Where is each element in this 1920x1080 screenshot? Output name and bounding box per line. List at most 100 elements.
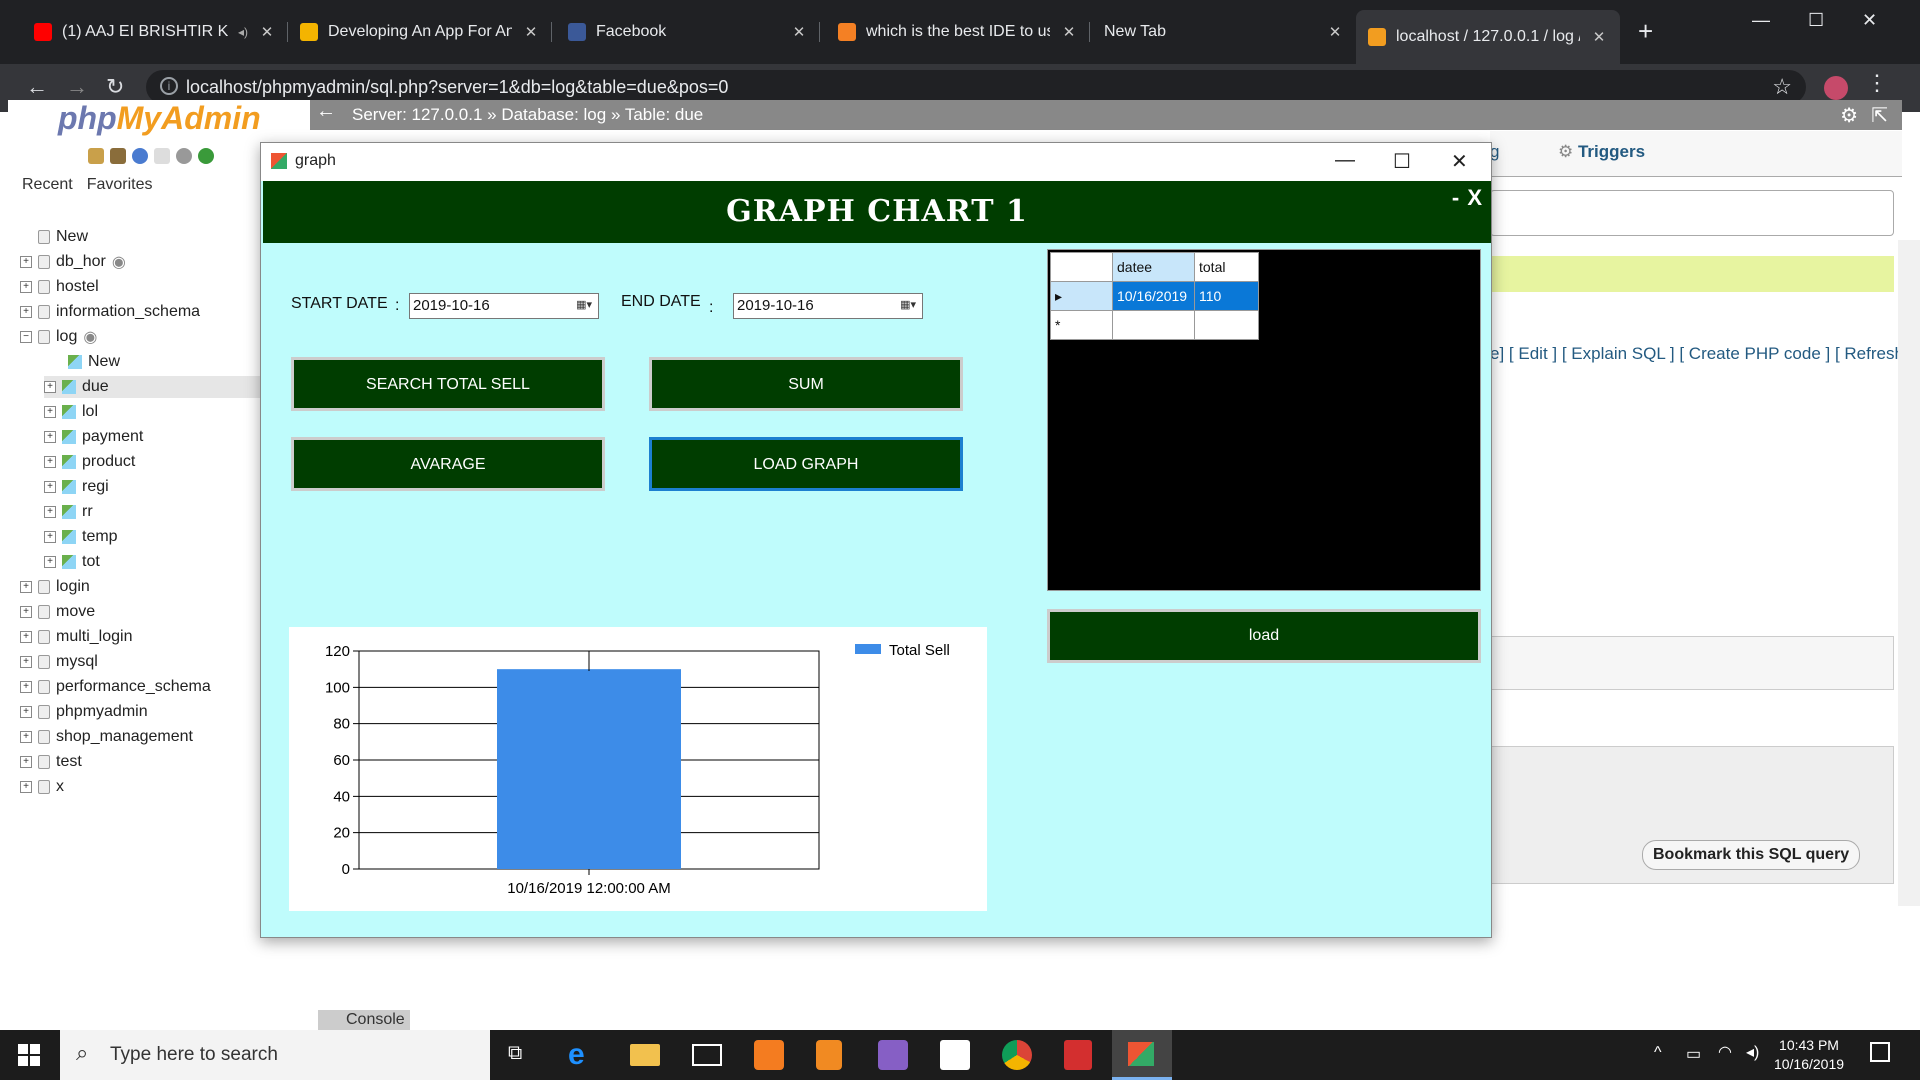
tree-item-hostel[interactable]: + hostel xyxy=(20,276,99,298)
acrobat-icon[interactable] xyxy=(1064,1040,1092,1070)
menu-kebab-icon[interactable]: ⋮ xyxy=(1866,70,1888,96)
calendar-icon[interactable]: ▦▾ xyxy=(564,298,592,314)
browser-tab-phpmyadmin[interactable]: localhost / 127.0.0.1 / log / d ✕ xyxy=(1356,10,1620,64)
expand-icon[interactable]: + xyxy=(20,281,32,293)
settings-icon[interactable] xyxy=(176,148,192,164)
tree-item-temp[interactable]: + temp xyxy=(44,526,118,548)
load-graph-button[interactable]: LOAD GRAPH xyxy=(649,437,963,491)
tab-triggers[interactable]: ⚙ Triggers xyxy=(1558,142,1645,162)
grid-header-datee[interactable]: datee xyxy=(1112,252,1195,282)
expand-icon[interactable]: + xyxy=(44,481,56,493)
windows-start-icon[interactable] xyxy=(18,1044,40,1066)
expand-icon[interactable]: + xyxy=(20,306,32,318)
taskbar-search-box[interactable]: ⌕ Type here to search xyxy=(60,1030,490,1080)
close-icon[interactable]: ✕ xyxy=(1862,10,1877,31)
expand-icon[interactable]: + xyxy=(44,556,56,568)
tree-item-rr[interactable]: + rr xyxy=(44,501,93,523)
tab-favorites[interactable]: Favorites xyxy=(87,176,153,194)
xampp-icon[interactable] xyxy=(754,1040,784,1070)
close-tab-icon[interactable]: ✕ xyxy=(1326,23,1344,41)
expand-icon[interactable]: + xyxy=(20,581,32,593)
expand-icon[interactable]: + xyxy=(44,406,56,418)
minimize-icon[interactable]: — xyxy=(1752,10,1770,31)
expand-icon[interactable]: + xyxy=(44,531,56,543)
tree-item-payment[interactable]: + payment xyxy=(44,426,143,448)
close-tab-icon[interactable]: ✕ xyxy=(790,23,808,41)
eye-icon[interactable]: ◉ xyxy=(112,252,126,272)
tree-item-db_hor[interactable]: + db_hor ◉ xyxy=(20,251,126,273)
tree-item-mysql[interactable]: + mysql xyxy=(20,651,98,673)
tree-item-new[interactable]: New xyxy=(20,226,88,248)
breadcrumb-text[interactable]: Server: 127.0.0.1 » Database: log » Tabl… xyxy=(352,105,703,124)
taskbar-clock[interactable]: 10:43 PM 10/16/2019 xyxy=(1770,1036,1848,1074)
expand-icon[interactable]: + xyxy=(44,456,56,468)
tree-item-performance_schema[interactable]: + performance_schema xyxy=(20,676,211,698)
profile-avatar[interactable] xyxy=(1824,76,1848,100)
phpmyadmin-logo[interactable]: phpMyAdmin xyxy=(58,100,261,137)
page-scrollbar[interactable] xyxy=(1898,240,1920,906)
expand-icon[interactable]: + xyxy=(20,606,32,618)
console-tab[interactable]: Console xyxy=(318,1010,410,1032)
wifi-icon[interactable]: ◠ xyxy=(1718,1042,1732,1062)
close-tab-icon[interactable]: ✕ xyxy=(1060,23,1078,41)
bookmark-query-button[interactable]: Bookmark this SQL query xyxy=(1642,840,1861,870)
speaker-icon[interactable]: ◂) xyxy=(238,25,248,39)
reload-icon[interactable]: ↻ xyxy=(106,74,124,100)
tab-recent[interactable]: Recent xyxy=(22,176,73,194)
expand-icon[interactable]: + xyxy=(44,506,56,518)
grid-header-total[interactable]: total xyxy=(1194,252,1259,282)
grid-cell-new[interactable] xyxy=(1112,310,1195,340)
mail-icon[interactable] xyxy=(692,1044,722,1066)
expand-icon[interactable]: + xyxy=(20,631,32,643)
browser-tab-youtube[interactable]: (1) AAJ EI BRISHTIR KAN ◂) ✕ xyxy=(22,12,288,52)
expand-icon[interactable]: + xyxy=(20,756,32,768)
eye-icon[interactable]: ◉ xyxy=(83,327,97,347)
chrome-icon[interactable] xyxy=(1002,1040,1032,1070)
browser-tab-developing[interactable]: Developing An App For And ✕ xyxy=(288,12,552,52)
file-explorer-icon[interactable] xyxy=(630,1044,660,1066)
link-partial[interactable]: e] xyxy=(1490,344,1504,363)
grid-cell-datee[interactable]: 10/16/2019 xyxy=(1112,281,1195,311)
close-tab-icon[interactable]: ✕ xyxy=(522,23,540,41)
grid-cell-total[interactable]: 110 xyxy=(1194,281,1259,311)
sum-button[interactable]: SUM xyxy=(649,357,963,411)
notification-icon[interactable] xyxy=(1870,1042,1890,1062)
tree-item-information_schema[interactable]: + information_schema xyxy=(20,301,200,323)
maximize-icon[interactable]: ☐ xyxy=(1808,10,1824,31)
expand-icon[interactable]: + xyxy=(20,781,32,793)
close-tab-icon[interactable]: ✕ xyxy=(258,23,276,41)
tree-item-product[interactable]: + product xyxy=(44,451,135,473)
expand-icon[interactable]: + xyxy=(20,256,32,268)
address-bar[interactable]: i localhost/phpmyadmin/sql.php?server=1&… xyxy=(146,70,1806,104)
expand-icon[interactable]: + xyxy=(20,681,32,693)
new-tab-button[interactable]: + xyxy=(1638,16,1653,47)
collapse-nav-icon[interactable]: ← xyxy=(316,100,336,123)
close-tab-icon[interactable]: ✕ xyxy=(1590,28,1608,46)
tree-item-log[interactable]: − log ◉ xyxy=(20,326,97,348)
expand-icon[interactable]: + xyxy=(20,731,32,743)
link-create-php[interactable]: [ Create PHP code ] xyxy=(1679,344,1830,363)
expand-icon[interactable]: + xyxy=(20,706,32,718)
docs-icon[interactable] xyxy=(154,148,170,164)
link-edit[interactable]: [ Edit ] xyxy=(1509,344,1557,363)
logout-icon[interactable] xyxy=(110,148,126,164)
tree-item-shop_management[interactable]: + shop_management xyxy=(20,726,193,748)
start-date-picker[interactable]: 2019-10-16 ▦▾ xyxy=(409,293,599,319)
forward-icon[interactable]: → xyxy=(66,74,88,100)
tree-item-phpmyadmin[interactable]: + phpmyadmin xyxy=(20,701,148,723)
calendar-icon[interactable]: ▦▾ xyxy=(888,298,916,314)
tree-item-tot[interactable]: + tot xyxy=(44,551,100,573)
home-icon[interactable] xyxy=(88,148,104,164)
browser-tab-facebook[interactable]: Facebook ✕ xyxy=(556,12,820,52)
tree-item-lol[interactable]: + lol xyxy=(44,401,98,423)
bookmark-star-icon[interactable]: ☆ xyxy=(1772,74,1792,100)
minimize-icon[interactable]: — xyxy=(1335,149,1355,172)
maximize-icon[interactable]: ☐ xyxy=(1393,149,1411,174)
help-icon[interactable] xyxy=(132,148,148,164)
link-explain-sql[interactable]: [ Explain SQL ] xyxy=(1562,344,1675,363)
header-controls[interactable]: - X xyxy=(1452,167,1483,229)
volume-icon[interactable]: ◂) xyxy=(1746,1042,1759,1062)
sublime-icon[interactable] xyxy=(816,1040,842,1070)
search-total-sell-button[interactable]: SEARCH TOTAL SELL xyxy=(291,357,605,411)
tree-item-multi_login[interactable]: + multi_login xyxy=(20,626,132,648)
